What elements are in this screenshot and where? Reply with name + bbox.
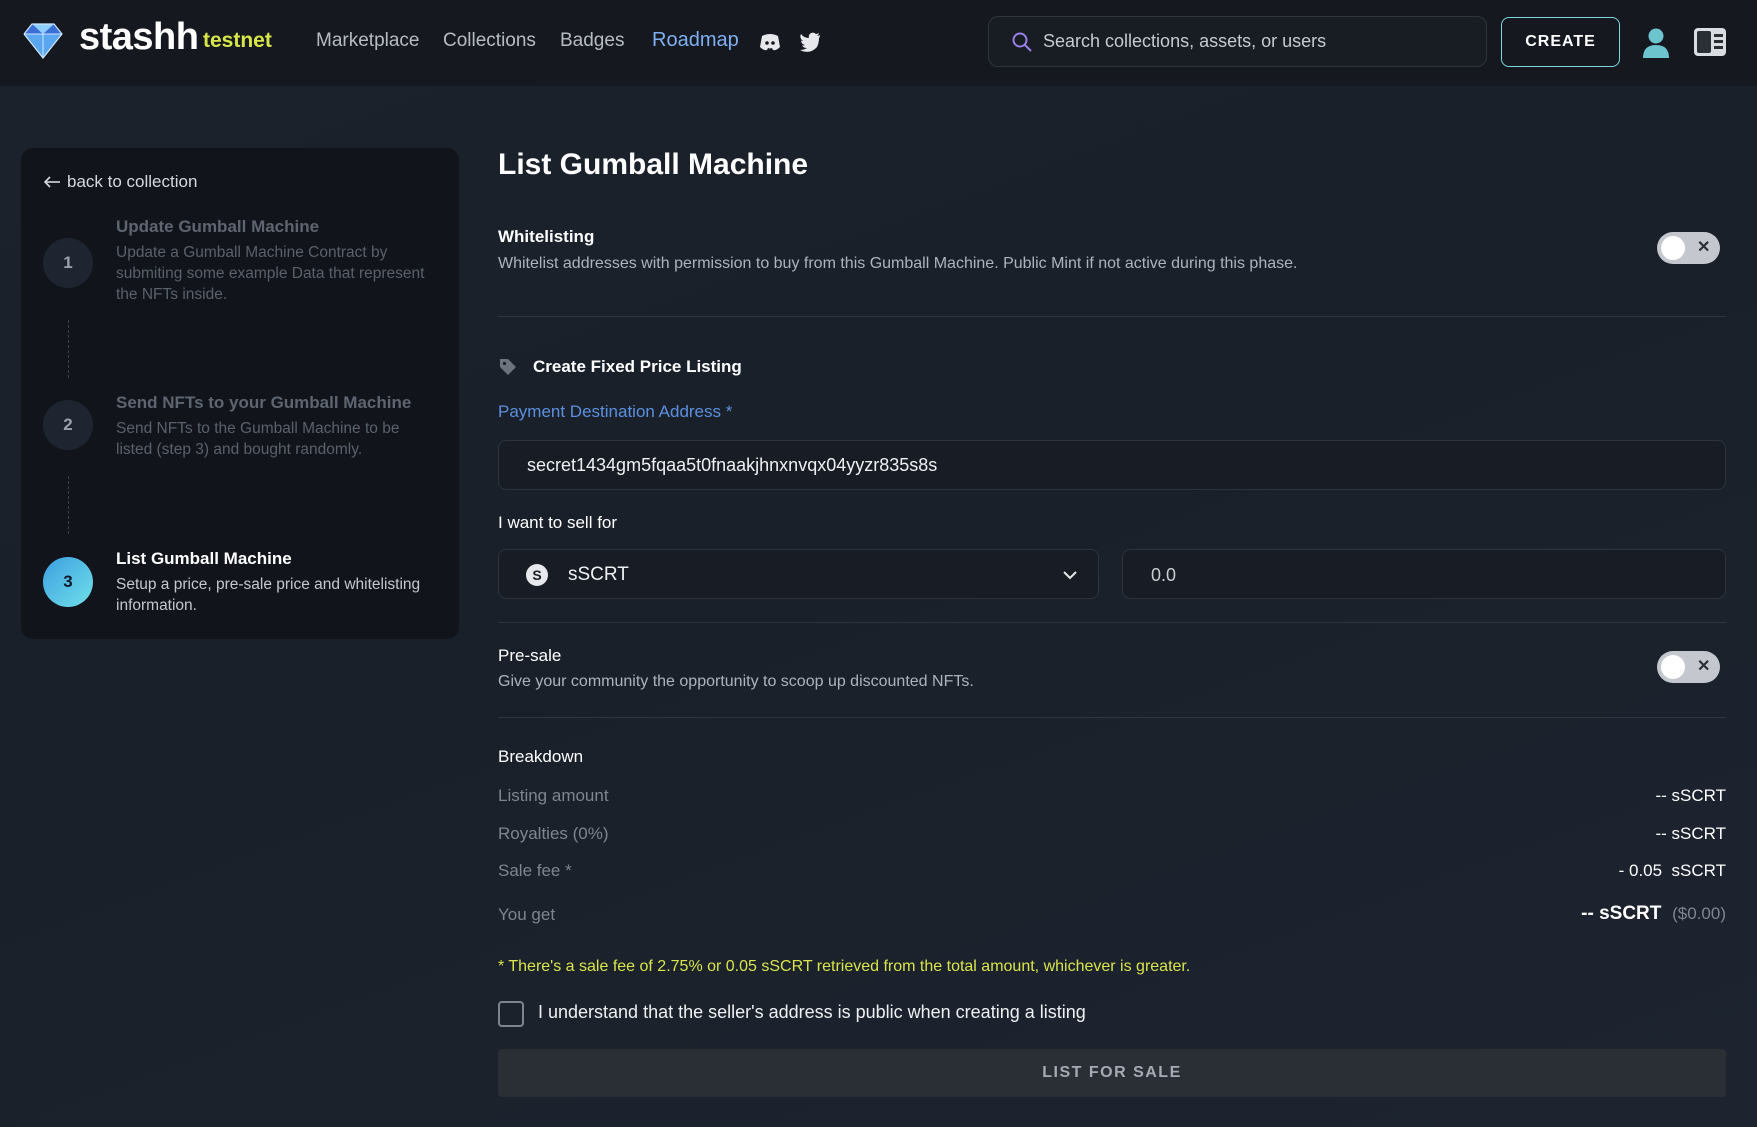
fixed-price-heading: Create Fixed Price Listing: [533, 357, 742, 376]
toggle-off-icon: ✕: [1697, 658, 1711, 675]
search-icon: [1012, 32, 1032, 52]
step-2-title[interactable]: Send NFTs to your Gumball Machine: [116, 393, 411, 413]
presale-toggle[interactable]: ✕: [1657, 651, 1720, 683]
listing-amount-label: Listing amount: [498, 786, 609, 805]
steps-sidebar: back to collection 1 Update Gumball Mach…: [21, 148, 459, 639]
whitelisting-label: Whitelisting: [498, 227, 595, 246]
arrow-left-icon: [43, 176, 60, 188]
presale-label: Pre-sale: [498, 646, 562, 665]
toggle-off-icon: ✕: [1697, 239, 1711, 256]
step-3-number: 3: [43, 557, 93, 607]
step-1-description: Update a Gumball Machine Contract by sub…: [116, 244, 425, 303]
step-1-title[interactable]: Update Gumball Machine: [116, 217, 319, 237]
step-connector: [68, 476, 69, 534]
user-icon[interactable]: [1641, 27, 1671, 59]
brand-name[interactable]: stashh: [79, 16, 199, 59]
svg-text:S: S: [532, 567, 541, 583]
payment-address-field[interactable]: secret1434gm5fqaa5t0fnaakjhnxnvqx04yyzr8…: [498, 440, 1726, 490]
sale-fee-note: * There's a sale fee of 2.75% or 0.05 sS…: [498, 958, 1191, 975]
you-get-label: You get: [498, 905, 556, 924]
create-button[interactable]: CREATE: [1501, 17, 1620, 67]
listing-amount-value: -- sSCRT: [1655, 786, 1726, 805]
sell-for-label: I want to sell for: [498, 513, 618, 532]
payment-address-value: secret1434gm5fqaa5t0fnaakjhnxnvqx04yyzr8…: [527, 455, 938, 475]
diamond-logo-icon[interactable]: [20, 18, 66, 64]
twitter-icon[interactable]: [798, 31, 822, 53]
you-get-value: -- sSCRT: [1581, 903, 1662, 924]
step-3-title[interactable]: List Gumball Machine: [116, 549, 292, 569]
you-get-total: -- sSCRT ($0.00): [1581, 903, 1726, 925]
sale-fee-label: Sale fee *: [498, 861, 572, 880]
back-label: back to collection: [67, 172, 198, 191]
whitelisting-toggle[interactable]: ✕: [1657, 232, 1720, 264]
price-tag-icon: [500, 359, 516, 375]
payment-address-label: Payment Destination Address *: [498, 402, 733, 421]
toggle-knob: [1661, 655, 1685, 679]
step-2-description: Send NFTs to the Gumball Machine to be l…: [116, 420, 400, 458]
search-box: [988, 16, 1487, 67]
list-for-sale-button[interactable]: LIST FOR SALE: [498, 1049, 1726, 1097]
top-navigation-bar: stashh testnet Marketplace Collections B…: [0, 0, 1757, 86]
price-amount-input[interactable]: 0.0: [1122, 549, 1726, 599]
nav-collections[interactable]: Collections: [443, 30, 536, 52]
divider: [498, 717, 1726, 718]
whitelisting-description: Whitelist addresses with permission to b…: [498, 255, 1298, 272]
discord-icon[interactable]: [758, 31, 782, 53]
nav-badges[interactable]: Badges: [560, 30, 624, 52]
sale-fee-value: - 0.05 sSCRT: [1618, 861, 1726, 880]
page-title: List Gumball Machine: [498, 148, 809, 181]
scrt-token-icon: S: [526, 564, 548, 586]
divider: [498, 622, 1726, 623]
royalties-label: Royalties (0%): [498, 824, 609, 843]
step-2-number: 2: [43, 400, 93, 450]
divider: [498, 316, 1726, 317]
toggle-knob: [1661, 236, 1685, 260]
breakdown-heading: Breakdown: [498, 747, 584, 766]
currency-value: sSCRT: [568, 564, 629, 585]
step-3-description: Setup a price, pre-sale price and whitel…: [116, 576, 421, 614]
step-1-number: 1: [43, 238, 93, 288]
you-get-usd: ($0.00): [1672, 904, 1726, 923]
back-to-collection-link[interactable]: back to collection: [43, 172, 197, 192]
agreement-label[interactable]: I understand that the seller's address i…: [538, 1002, 1086, 1023]
price-amount-value: 0.0: [1151, 565, 1177, 585]
agreement-checkbox[interactable]: [498, 1001, 524, 1027]
chevron-down-icon: [1063, 571, 1077, 580]
search-input[interactable]: [1043, 17, 1473, 66]
presale-description: Give your community the opportunity to s…: [498, 673, 974, 690]
network-badge: testnet: [203, 29, 272, 52]
nav-marketplace[interactable]: Marketplace: [316, 30, 420, 52]
nav-roadmap[interactable]: Roadmap: [652, 29, 739, 52]
currency-select[interactable]: S sSCRT: [498, 549, 1099, 599]
step-connector: [68, 320, 69, 378]
sidebar-panel-icon[interactable]: [1693, 27, 1727, 57]
royalties-value: -- sSCRT: [1655, 824, 1726, 843]
